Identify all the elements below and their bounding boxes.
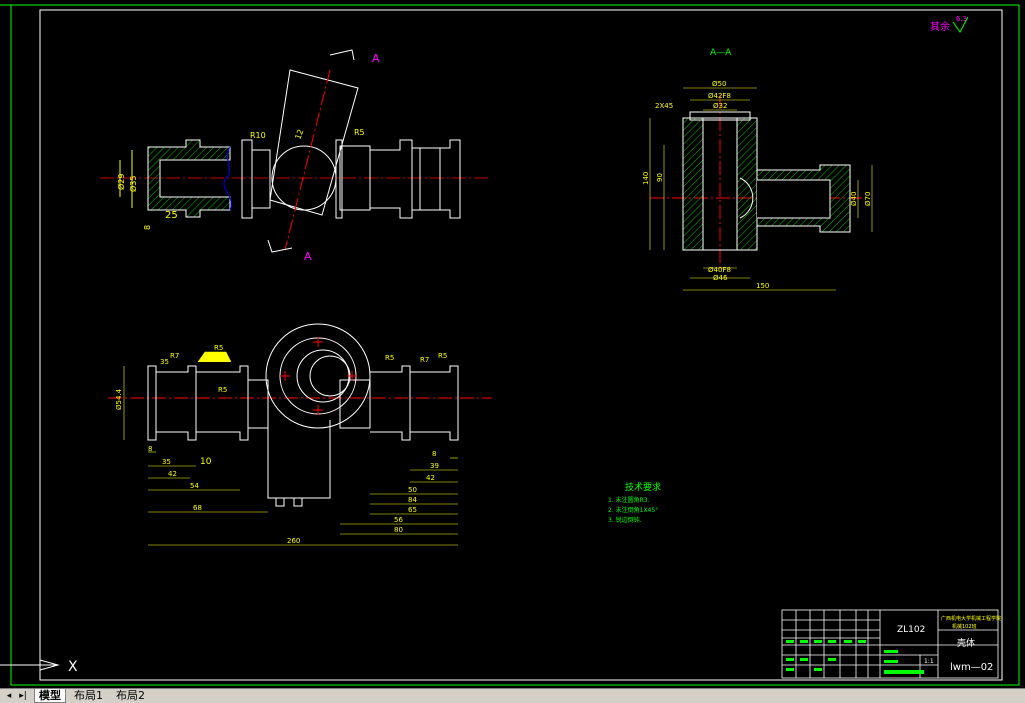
dim-25: 25 — [165, 210, 178, 221]
dim-39: 39 — [430, 462, 439, 470]
dim-42-left: 42 — [168, 470, 177, 478]
dim-d40f8: Ø40F8 — [708, 266, 731, 274]
dim-2x45: 2X45 — [655, 102, 673, 110]
dim-r7-right: R7 — [420, 356, 429, 364]
dim-35-left: 35 — [162, 458, 171, 466]
dim-65: 65 — [408, 506, 417, 514]
tab-nav-last-button[interactable]: ▸| — [16, 690, 30, 702]
tab-layout2[interactable]: 布局2 — [112, 689, 149, 702]
section-view: A—A — [650, 48, 862, 270]
notes-title: 技术要求 — [625, 481, 661, 493]
dim-d50: Ø50 — [712, 80, 726, 88]
drawing-number-label: lwm—02 — [950, 662, 993, 673]
part-name-label: 壳体 — [957, 637, 975, 649]
dim-d29: Ø29 — [116, 174, 126, 190]
dim-68: 68 — [193, 504, 202, 512]
notes-line-1: 1. 未注圆角R3. — [608, 496, 650, 504]
ucs-icon: X — [0, 659, 78, 675]
dim-90: 90 — [656, 173, 664, 182]
front-view-dims: Ø54.4 35 R7 R5 R5 R5 R5 8 35 10 42 54 68… — [115, 344, 458, 546]
notes-line-3: 3. 锐边倒钝. — [608, 516, 642, 524]
layout-tab-bar: ◂ ▸| 模型 布局1 布局2 — [0, 688, 1025, 703]
dim-d46: Ø46 — [713, 274, 728, 282]
dim-r5-right: R5 — [385, 354, 394, 362]
dim-10: 10 — [200, 457, 212, 467]
dim-d70: Ø70 — [864, 192, 872, 206]
title-block-text: ZL102 广西机电大学机械工程学院 机械102班 壳体 1:1 lwm—02 — [897, 615, 1001, 673]
dim-d32: Ø32 — [713, 102, 727, 110]
tab-nav-first-button[interactable]: ◂ — [2, 690, 16, 702]
dim-8: 8 — [143, 225, 152, 230]
ucs-x-label: X — [68, 659, 78, 675]
scale-label: 1:1 — [924, 658, 934, 665]
tab-layout1[interactable]: 布局1 — [70, 689, 107, 702]
dim-d42f8: Ø42F8 — [708, 92, 731, 100]
dim-56: 56 — [394, 516, 403, 524]
dim-8-right: 8 — [432, 450, 436, 458]
dim-r7-left: R7 — [170, 352, 179, 360]
top-view — [100, 69, 490, 251]
roughness-label: 其余 — [930, 20, 950, 33]
dim-r5-a: R5 — [214, 344, 223, 352]
dim-r10: R10 — [250, 131, 266, 140]
drawing-canvas[interactable]: 其余 6.3 Ø29 Ø35 25 8 R10 R5 12 A A A—A Ø5… — [0, 0, 1025, 688]
dim-80: 80 — [394, 526, 403, 534]
technical-notes: 技术要求 1. 未注圆角R3. 2. 未注倒角1X45° 3. 锐边倒钝. — [608, 481, 661, 524]
dim-35-top: 35 — [160, 358, 169, 366]
section-marker-bottom: A — [304, 250, 312, 263]
section-title: A—A — [710, 48, 732, 58]
school-label: 广西机电大学机械工程学院 — [941, 615, 1001, 622]
dim-42-right: 42 — [426, 474, 435, 482]
tab-model[interactable]: 模型 — [34, 689, 66, 703]
dim-84: 84 — [408, 496, 417, 504]
dim-d40: Ø40 — [850, 192, 858, 206]
dim-r5: R5 — [354, 128, 365, 137]
section-marker-top: A — [372, 52, 380, 65]
notes-line-2: 2. 未注倒角1X45° — [608, 506, 658, 514]
dim-d35: Ø35 — [128, 176, 138, 192]
section-markers: A A — [267, 49, 380, 263]
dim-50: 50 — [408, 486, 417, 494]
drawing-frame — [0, 4, 1020, 686]
dim-d54: Ø54.4 — [115, 388, 123, 410]
dim-54: 54 — [190, 482, 199, 490]
roughness-symbol: 其余 6.3 — [930, 15, 969, 33]
class-label: 机械102班 — [952, 623, 977, 630]
dim-12: 12 — [293, 128, 305, 141]
dim-8-left: 8 — [148, 445, 152, 453]
dim-r5-right2: R5 — [438, 352, 447, 360]
dim-150: 150 — [756, 282, 769, 290]
dim-r5-c: R5 — [218, 386, 227, 394]
dim-260: 260 — [287, 537, 300, 545]
dim-140: 140 — [642, 172, 650, 185]
material-label: ZL102 — [897, 625, 925, 635]
